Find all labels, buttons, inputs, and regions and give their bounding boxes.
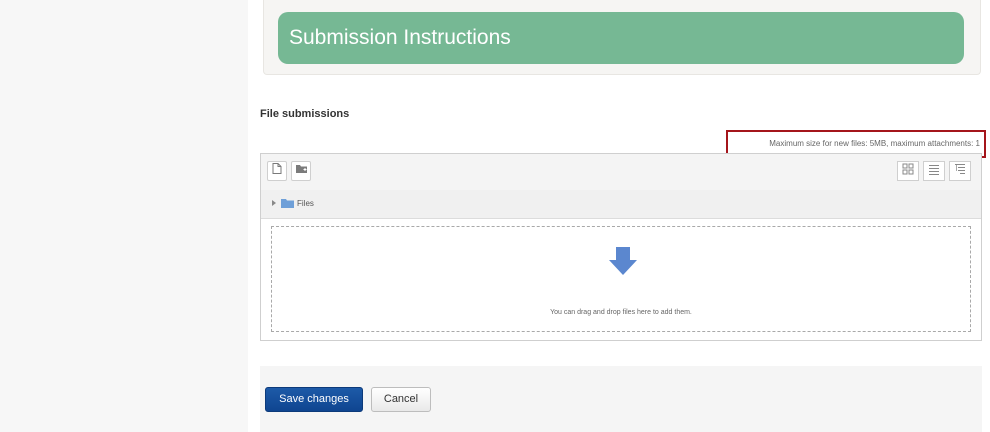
view-list-button[interactable] [923,161,945,181]
create-folder-icon [295,162,308,180]
folder-label-files[interactable]: Files [297,199,314,208]
create-folder-button[interactable] [291,161,311,181]
file-dropzone[interactable]: You can drag and drop files here to add … [271,226,971,332]
file-submissions-label: File submissions [260,108,350,120]
folder-icon [281,198,294,210]
add-file-icon [271,162,283,180]
cancel-button[interactable]: Cancel [371,387,431,412]
tree-view-icon [954,162,966,180]
drop-arrow-icon [608,247,638,280]
view-tree-button[interactable] [949,161,971,181]
list-view-icon [928,162,940,180]
file-path-bar: Files [261,190,981,219]
file-manager-toolbar [261,154,981,191]
view-icons-button[interactable] [897,161,919,181]
form-actions-area [260,366,982,432]
add-file-button[interactable] [267,161,287,181]
submission-instructions-header[interactable]: Submission Instructions [278,12,964,64]
dropzone-hint-text: You can drag and drop files here to add … [550,309,692,316]
file-manager: Files You can drag and drop files here t… [260,153,982,341]
grid-view-icon [902,162,914,180]
expand-arrow-icon[interactable] [271,199,277,209]
save-changes-button[interactable]: Save changes [265,387,363,412]
